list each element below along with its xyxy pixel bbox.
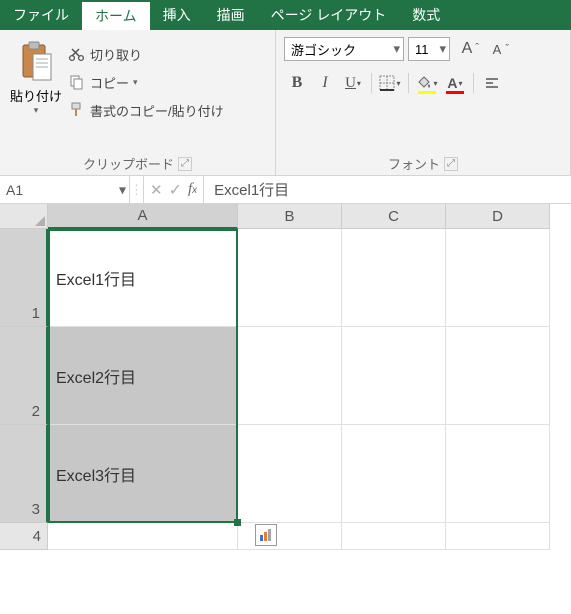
worksheet: A B C D 1 Excel1行目 2 Excel2行目 3 Excel3行目…: [0, 204, 571, 550]
cell-D1[interactable]: [446, 229, 550, 327]
clipboard-launcher[interactable]: ⤢: [178, 157, 192, 171]
copy-button[interactable]: コピー ▾: [64, 68, 228, 96]
group-font: 游ゴシック ▾ 11 ▾ Aˆ Aˇ B I U▾ ▾: [276, 30, 571, 175]
col-header-A[interactable]: A: [48, 204, 238, 229]
clipboard-group-label: クリップボード: [83, 154, 174, 173]
tab-file[interactable]: ファイル: [0, 0, 82, 30]
select-all-corner[interactable]: [0, 204, 48, 229]
paintbrush-icon: [68, 101, 86, 119]
tab-home[interactable]: ホーム: [82, 0, 150, 30]
format-painter-button[interactable]: 書式のコピー/貼り付け: [64, 96, 228, 124]
row-header-3[interactable]: 3: [0, 425, 48, 523]
ribbon-tabs: ファイル ホーム 挿入 描画 ページ レイアウト 数式: [0, 0, 571, 30]
font-launcher[interactable]: ⤢: [444, 157, 458, 171]
font-size-value: 11: [415, 42, 429, 57]
fx-icon[interactable]: fx: [188, 181, 197, 198]
tab-formulas[interactable]: 数式: [399, 0, 453, 30]
col-header-C[interactable]: C: [342, 204, 446, 229]
formula-input[interactable]: Excel1行目: [204, 176, 571, 203]
row-header-1[interactable]: 1: [0, 229, 48, 327]
ribbon: 貼り付け ▾ 切り取り コピー ▾ 書式のコピー/貼り付け: [0, 30, 571, 176]
italic-button[interactable]: I: [312, 70, 338, 96]
col-header-D[interactable]: D: [446, 204, 550, 229]
col-header-B[interactable]: B: [238, 204, 342, 229]
font-name-value: 游ゴシック: [291, 40, 356, 59]
copy-icon: [68, 73, 86, 91]
formula-buttons: ✕ ✓ fx: [144, 176, 204, 203]
font-size-select[interactable]: 11 ▾: [408, 37, 450, 61]
cell-A3[interactable]: Excel3行目: [48, 425, 238, 523]
quick-analysis-icon: [259, 528, 273, 542]
cell-D4[interactable]: [446, 523, 550, 550]
row-header-2[interactable]: 2: [0, 327, 48, 425]
cell-C2[interactable]: [342, 327, 446, 425]
borders-button[interactable]: ▾: [377, 70, 403, 96]
name-box-value: A1: [6, 182, 23, 198]
quick-analysis-button[interactable]: [255, 524, 277, 546]
chevron-down-icon: ▾: [393, 41, 400, 57]
font-group-label: フォント: [388, 154, 440, 173]
chevron-down-icon: ▾: [34, 105, 39, 116]
fill-handle[interactable]: [234, 519, 241, 526]
font-name-select[interactable]: 游ゴシック ▾: [284, 37, 404, 61]
cut-label: 切り取り: [90, 45, 142, 64]
copy-label: コピー: [90, 73, 129, 92]
cell-C3[interactable]: [342, 425, 446, 523]
decrease-font-button[interactable]: Aˇ: [484, 36, 510, 62]
bucket-icon: [416, 75, 432, 91]
bold-button[interactable]: B: [284, 70, 310, 96]
fill-color-button[interactable]: ▾: [414, 70, 440, 96]
cell-C1[interactable]: [342, 229, 446, 327]
formula-bar: A1 ▾ ⋮ ✕ ✓ fx Excel1行目: [0, 176, 571, 204]
tab-page-layout[interactable]: ページ レイアウト: [258, 0, 400, 30]
cell-C4[interactable]: [342, 523, 446, 550]
name-box[interactable]: A1 ▾: [0, 176, 130, 203]
chevron-down-icon: ▾: [133, 77, 138, 88]
cut-button[interactable]: 切り取り: [64, 40, 228, 68]
cancel-icon[interactable]: ✕: [150, 181, 163, 199]
format-painter-label: 書式のコピー/貼り付け: [90, 101, 224, 120]
cell-A4[interactable]: [48, 523, 238, 550]
scissors-icon: [68, 45, 86, 63]
cell-A2[interactable]: Excel2行目: [48, 327, 238, 425]
column-headers: A B C D: [0, 204, 571, 229]
row-header-4[interactable]: 4: [0, 523, 48, 550]
cell-B1[interactable]: [238, 229, 342, 327]
align-left-icon: [484, 75, 500, 91]
cell-A1[interactable]: Excel1行目: [48, 229, 238, 327]
cell-B3[interactable]: [238, 425, 342, 523]
cell-D3[interactable]: [446, 425, 550, 523]
formula-value: Excel1行目: [214, 179, 289, 200]
paste-button[interactable]: 貼り付け ▾: [8, 36, 64, 124]
enter-icon[interactable]: ✓: [169, 180, 182, 200]
tab-insert[interactable]: 挿入: [150, 0, 204, 30]
tab-draw[interactable]: 描画: [204, 0, 258, 30]
chevron-down-icon: ▾: [119, 181, 126, 198]
group-clipboard: 貼り付け ▾ 切り取り コピー ▾ 書式のコピー/貼り付け: [0, 30, 276, 175]
font-color-button[interactable]: A ▾: [442, 70, 468, 96]
dots: ⋮: [130, 176, 144, 203]
chevron-down-icon: ▾: [439, 41, 446, 57]
underline-button[interactable]: U▾: [340, 70, 366, 96]
paste-label: 貼り付け: [10, 86, 62, 105]
align-button[interactable]: [479, 70, 505, 96]
cell-B4[interactable]: [238, 523, 342, 550]
borders-icon: [379, 75, 395, 91]
increase-font-button[interactable]: Aˆ: [454, 36, 480, 62]
clipboard-icon: [19, 40, 53, 82]
cell-D2[interactable]: [446, 327, 550, 425]
cell-B2[interactable]: [238, 327, 342, 425]
